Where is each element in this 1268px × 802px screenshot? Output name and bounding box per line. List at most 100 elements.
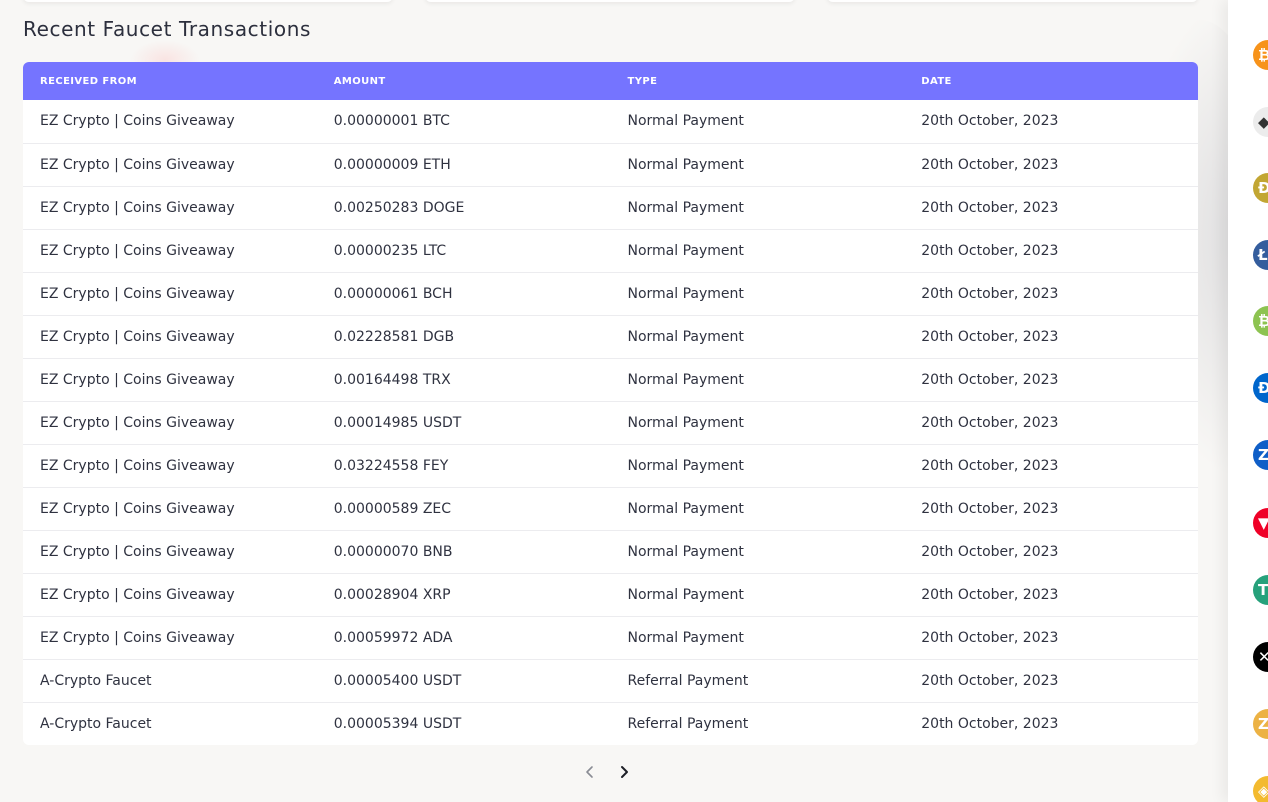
type-cell: Normal Payment xyxy=(627,629,744,646)
table-row: EZ Crypto | Coins Giveaway 0.00000009 ETH… xyxy=(23,143,1198,186)
table-header-row: RECEIVED FROM AMOUNT TYPE DATE xyxy=(23,62,1198,100)
pagination xyxy=(580,760,634,784)
coin-sidebar: ₿ ◆ Ð Ł ₿ Ð Z ▼ T ✕ Z ◈ xyxy=(1228,0,1268,802)
table-row: EZ Crypto | Coins Giveaway 0.00059972 ADA… xyxy=(23,616,1198,659)
ethereum-icon[interactable]: ◆ xyxy=(1253,107,1268,137)
table-row: EZ Crypto | Coins Giveaway 0.00000589 ZEC… xyxy=(23,487,1198,530)
amount-cell: 0.03224558 FEY xyxy=(333,457,449,474)
tron-icon[interactable]: ▼ xyxy=(1253,508,1268,538)
type-cell: Normal Payment xyxy=(627,328,744,345)
table-row: EZ Crypto | Coins Giveaway 0.02228581 DGB… xyxy=(23,315,1198,358)
date-cell: 20th October, 2023 xyxy=(921,457,1059,474)
amount-cell: 0.00000001 BTC xyxy=(333,113,450,130)
received-from-cell: EZ Crypto | Coins Giveaway xyxy=(40,156,235,173)
table-row: EZ Crypto | Coins Giveaway 0.00164498 TRX… xyxy=(23,358,1198,401)
page-title: Recent Faucet Transactions xyxy=(23,17,312,41)
type-cell: Normal Payment xyxy=(627,156,744,173)
chevron-left-icon xyxy=(586,766,593,778)
date-cell: 20th October, 2023 xyxy=(921,371,1059,388)
date-cell: 20th October, 2023 xyxy=(921,113,1059,130)
date-cell: 20th October, 2023 xyxy=(921,242,1059,259)
type-cell: Normal Payment xyxy=(627,414,744,431)
table-row: EZ Crypto | Coins Giveaway 0.00000070 BNB… xyxy=(23,530,1198,573)
bitcoin-icon[interactable]: ₿ xyxy=(1253,40,1268,70)
date-cell: 20th October, 2023 xyxy=(921,672,1059,689)
type-cell: Normal Payment xyxy=(627,113,744,130)
date-cell: 20th October, 2023 xyxy=(921,715,1059,732)
column-header-date: DATE xyxy=(921,75,952,87)
date-cell: 20th October, 2023 xyxy=(921,500,1059,517)
date-cell: 20th October, 2023 xyxy=(921,586,1059,603)
table-row: EZ Crypto | Coins Giveaway 0.00014985 USD… xyxy=(23,401,1198,444)
received-from-cell: EZ Crypto | Coins Giveaway xyxy=(40,500,235,517)
type-cell: Normal Payment xyxy=(627,371,744,388)
type-cell: Normal Payment xyxy=(627,242,744,259)
date-cell: 20th October, 2023 xyxy=(921,328,1059,345)
received-from-cell: EZ Crypto | Coins Giveaway xyxy=(40,629,235,646)
received-from-cell: EZ Crypto | Coins Giveaway xyxy=(40,543,235,560)
amount-cell: 0.00005394 USDT xyxy=(333,715,462,732)
amount-cell: 0.00028904 XRP xyxy=(333,586,451,603)
received-from-cell: EZ Crypto | Coins Giveaway xyxy=(40,113,235,130)
table-row: A-Crypto Faucet 0.00005400 USDT Referral P… xyxy=(23,659,1198,702)
amount-cell: 0.00000009 ETH xyxy=(333,156,451,173)
column-header-received-from: RECEIVED FROM xyxy=(40,75,137,87)
received-from-cell: EZ Crypto | Coins Giveaway xyxy=(40,457,235,474)
tether-icon[interactable]: T xyxy=(1253,575,1268,605)
table-row: EZ Crypto | Coins Giveaway 0.00000061 BCH… xyxy=(23,272,1198,315)
amount-cell: 0.00000235 LTC xyxy=(333,242,447,259)
transactions-table-container: RECEIVED FROM AMOUNT TYPE DATE EZ Crypto… xyxy=(23,62,1198,745)
table-body: EZ Crypto | Coins Giveaway 0.00000001 BTC… xyxy=(23,100,1198,745)
table-row: EZ Crypto | Coins Giveaway 0.00000001 BTC… xyxy=(23,100,1198,143)
amount-cell: 0.00000070 BNB xyxy=(333,543,453,560)
stat-card xyxy=(425,0,795,2)
bitcoin-cash-icon[interactable]: ₿ xyxy=(1253,306,1268,336)
amount-cell: 0.02228581 DGB xyxy=(333,328,455,345)
type-cell: Normal Payment xyxy=(627,543,744,560)
litecoin-icon[interactable]: Ł xyxy=(1253,240,1268,270)
received-from-cell: EZ Crypto | Coins Giveaway xyxy=(40,328,235,345)
amount-cell: 0.00059972 ADA xyxy=(333,629,453,646)
stat-card xyxy=(23,0,393,2)
received-from-cell: A-Crypto Faucet xyxy=(40,672,152,689)
received-from-cell: A-Crypto Faucet xyxy=(40,715,152,732)
table-row: A-Crypto Faucet 0.00005394 USDT Referral P… xyxy=(23,702,1198,745)
table-row: EZ Crypto | Coins Giveaway 0.00000235 LTC… xyxy=(23,229,1198,272)
received-from-cell: EZ Crypto | Coins Giveaway xyxy=(40,199,235,216)
date-cell: 20th October, 2023 xyxy=(921,156,1059,173)
table-row: EZ Crypto | Coins Giveaway 0.00250283 DOG… xyxy=(23,186,1198,229)
zec-gold-icon[interactable]: Z xyxy=(1253,709,1268,739)
transactions-table: RECEIVED FROM AMOUNT TYPE DATE EZ Crypto… xyxy=(23,62,1198,745)
column-header-amount: AMOUNT xyxy=(333,75,386,87)
chevron-right-icon xyxy=(621,766,628,778)
xrp-icon[interactable]: ✕ xyxy=(1253,642,1268,672)
date-cell: 20th October, 2023 xyxy=(921,414,1059,431)
date-cell: 20th October, 2023 xyxy=(921,629,1059,646)
type-cell: Normal Payment xyxy=(627,285,744,302)
type-cell: Referral Payment xyxy=(627,672,749,689)
amount-cell: 0.00005400 USDT xyxy=(333,672,462,689)
column-header-type: TYPE xyxy=(627,75,658,87)
prev-page-button[interactable] xyxy=(580,760,600,784)
date-cell: 20th October, 2023 xyxy=(921,543,1059,560)
dogecoin-icon[interactable]: Ð xyxy=(1253,173,1268,203)
type-cell: Normal Payment xyxy=(627,457,744,474)
zcash-icon[interactable]: Z xyxy=(1253,440,1268,470)
amount-cell: 0.00164498 TRX xyxy=(333,371,451,388)
top-cards-row xyxy=(23,0,1198,2)
type-cell: Normal Payment xyxy=(627,199,744,216)
bnb-icon[interactable]: ◈ xyxy=(1253,776,1268,802)
received-from-cell: EZ Crypto | Coins Giveaway xyxy=(40,285,235,302)
received-from-cell: EZ Crypto | Coins Giveaway xyxy=(40,371,235,388)
digibyte-icon[interactable]: Ð xyxy=(1253,373,1268,403)
amount-cell: 0.00000589 ZEC xyxy=(333,500,452,517)
received-from-cell: EZ Crypto | Coins Giveaway xyxy=(40,414,235,431)
date-cell: 20th October, 2023 xyxy=(921,285,1059,302)
amount-cell: 0.00000061 BCH xyxy=(333,285,453,302)
next-page-button[interactable] xyxy=(614,760,634,784)
received-from-cell: EZ Crypto | Coins Giveaway xyxy=(40,586,235,603)
received-from-cell: EZ Crypto | Coins Giveaway xyxy=(40,242,235,259)
amount-cell: 0.00014985 USDT xyxy=(333,414,462,431)
stat-card xyxy=(827,0,1198,2)
table-row: EZ Crypto | Coins Giveaway 0.00028904 XRP… xyxy=(23,573,1198,616)
